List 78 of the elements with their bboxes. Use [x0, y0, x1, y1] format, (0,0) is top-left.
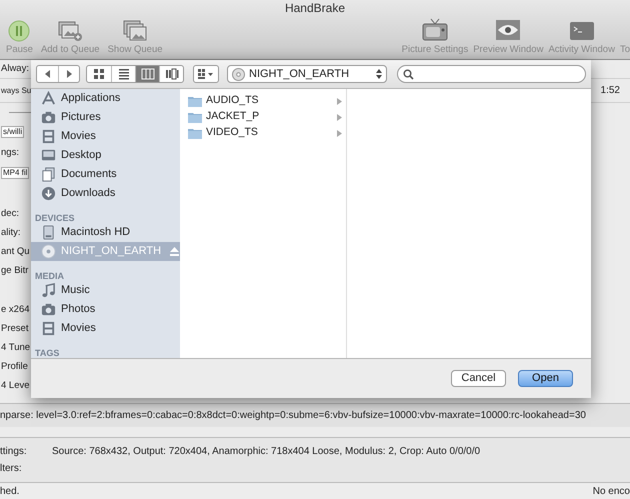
- settings-summary: Source: 768x432, Output: 720x404, Anamorphic: 718x404 Loose, Modulus: 2, Crop: Auto 0/0/0/0: [52, 445, 480, 459]
- right-triangle-icon: [64, 67, 74, 81]
- field-label: Preset: [1, 322, 28, 334]
- section-header: MEDIA: [34, 270, 65, 281]
- chevron-icon: [337, 98, 342, 104]
- photo-stack-icon: [122, 20, 148, 42]
- field-label: ant Qu: [1, 246, 30, 258]
- field-label: 4 Leve: [1, 380, 30, 392]
- sidebar-item[interactable]: Desktop: [31, 146, 180, 165]
- sidebar-item[interactable]: Photos: [31, 300, 180, 319]
- search-field[interactable]: [397, 65, 586, 83]
- search-icon: [403, 68, 414, 80]
- time-label: 1:52: [600, 84, 620, 98]
- grid-caret-icon: [198, 68, 214, 80]
- music-note-icon: [41, 283, 56, 298]
- location-popup[interactable]: NIGHT_ON_EARTH: [227, 65, 387, 83]
- disc-icon: [41, 244, 56, 259]
- navigation-control[interactable]: [36, 65, 80, 83]
- field-label: ways Su: [1, 86, 32, 96]
- sidebar-item[interactable]: Downloads: [31, 184, 180, 203]
- field-label: 4 Tune: [1, 342, 30, 354]
- open-button[interactable]: Open: [518, 370, 573, 387]
- film-icon: [41, 129, 56, 144]
- sidebar-item[interactable]: Movies: [31, 127, 180, 146]
- tv-icon: [422, 18, 448, 42]
- compass-icon: [41, 91, 56, 106]
- options-text: nparse: level=3.0:ref=2:bframes=0:cabac=0:8x8dct=0:weightp=0:subme=6:vbv-bufsize=10000:vbv-maxrate=10000:rc-lookahead=30: [0, 409, 586, 423]
- folder-icon: [188, 96, 202, 106]
- bars-icon: [164, 67, 178, 81]
- field-label: ttings:: [0, 445, 28, 459]
- sidebar-item[interactable]: Music: [31, 281, 180, 300]
- desktop-icon: [41, 148, 56, 163]
- status-text: hed.: [0, 484, 20, 498]
- window-title: HandBrake: [284, 2, 346, 14]
- list-icon: [116, 67, 130, 81]
- text-field[interactable]: s/willi: [1, 126, 24, 138]
- folder-icon: [188, 112, 202, 122]
- documents-icon: [41, 167, 56, 182]
- sidebar-item[interactable]: Applications: [31, 89, 180, 108]
- sidebar-item[interactable]: Documents: [31, 165, 180, 184]
- camera-icon: [41, 110, 56, 125]
- arrange-button[interactable]: [193, 65, 219, 83]
- folder-row[interactable]: JACKET_P: [188, 109, 342, 125]
- pause-icon: [8, 20, 30, 42]
- sidebar-item[interactable]: Pictures: [31, 108, 180, 127]
- sidebar-item[interactable]: Macintosh HD: [31, 223, 180, 242]
- text-field[interactable]: MP4 fil: [1, 167, 30, 179]
- chevron-icon: [337, 130, 342, 136]
- sidebar-item[interactable]: Movies: [31, 319, 180, 338]
- field-label: ngs:: [1, 146, 19, 158]
- camera-icon: [41, 302, 56, 317]
- left-triangle-icon: [42, 67, 52, 81]
- field-label: e x264: [1, 304, 30, 316]
- download-icon: [41, 186, 56, 201]
- section-header: DEVICES: [34, 212, 76, 223]
- disc-icon: [232, 68, 245, 80]
- stepper-arrows-icon: [376, 69, 382, 79]
- terminal-icon: [568, 20, 595, 42]
- field-label: dec:: [1, 208, 19, 220]
- field-label: Alway:: [1, 63, 29, 75]
- cancel-button[interactable]: Cancel: [451, 370, 506, 387]
- columns-icon: [140, 67, 154, 81]
- field-label: Profile: [1, 360, 28, 372]
- film-icon: [41, 321, 56, 336]
- folder-row[interactable]: AUDIO_TS: [188, 93, 342, 109]
- status-text: No enco: [592, 484, 630, 498]
- folder-row[interactable]: VIDEO_TS: [188, 125, 342, 141]
- column-view-button[interactable]: [135, 66, 159, 82]
- folder-icon: [188, 128, 202, 138]
- section-header: TAGS: [34, 347, 60, 358]
- field-label: ality:: [1, 226, 21, 238]
- field-label: ge Bitr: [1, 264, 28, 276]
- view-mode-control[interactable]: [86, 65, 184, 83]
- chevron-icon: [337, 114, 342, 120]
- eye-icon: [495, 18, 522, 42]
- photos-plus-icon: [57, 20, 84, 42]
- grid-icon: [92, 67, 106, 81]
- field-label: lters:: [0, 462, 23, 476]
